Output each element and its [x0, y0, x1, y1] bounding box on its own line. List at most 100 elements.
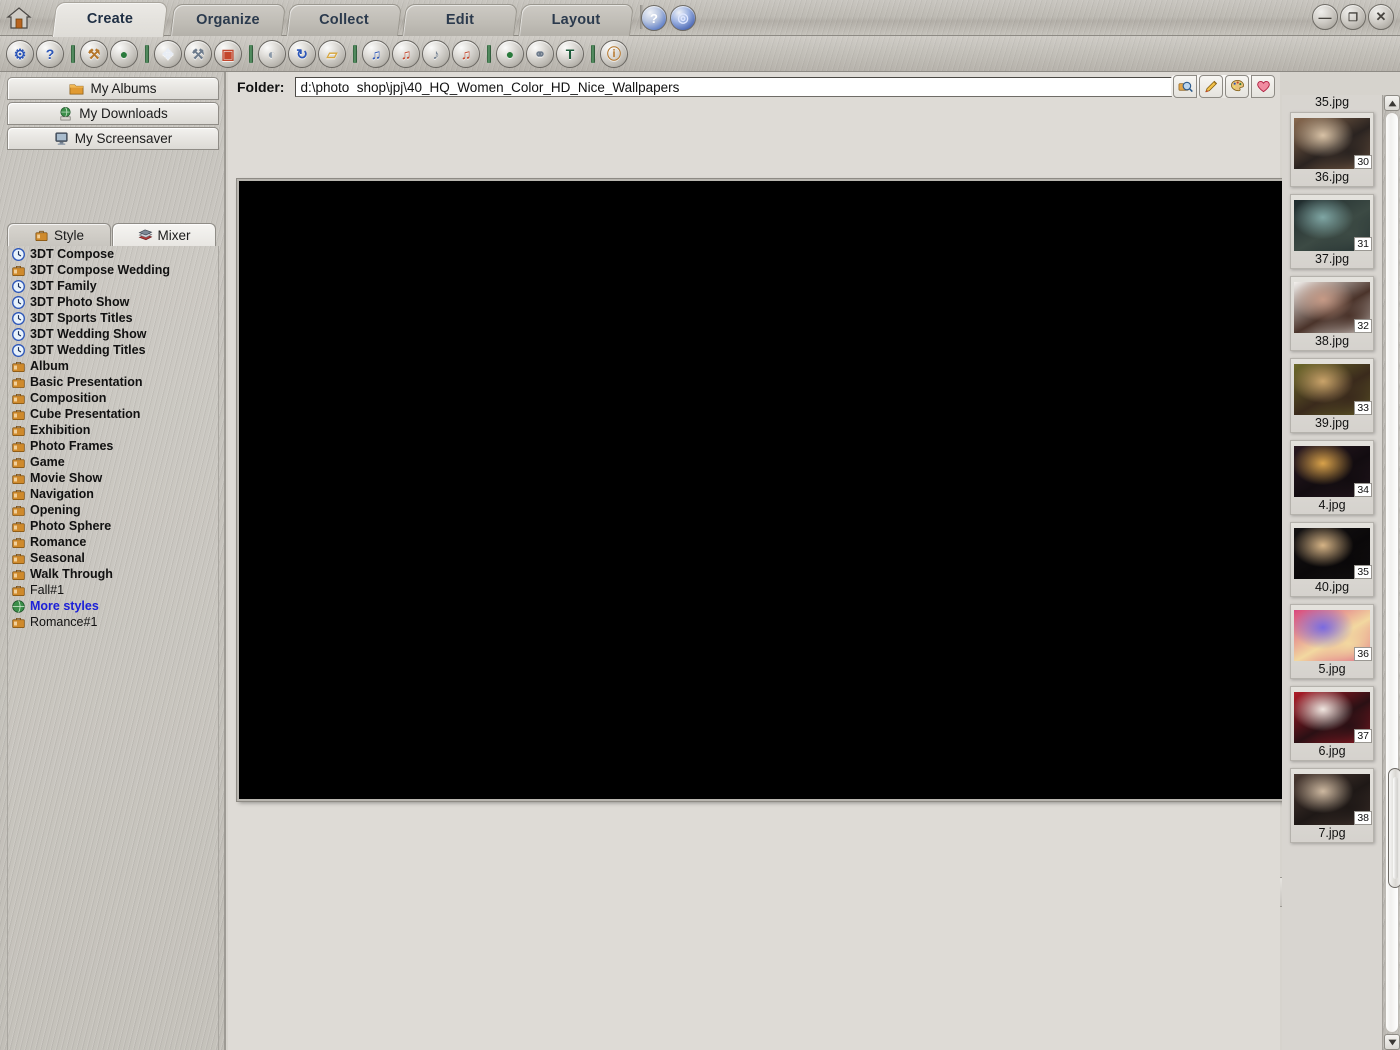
- tab-organize[interactable]: Organize: [170, 4, 286, 36]
- add-music-icon[interactable]: ♫: [362, 39, 390, 68]
- refresh-sync-icon[interactable]: ↻: [288, 39, 316, 68]
- pencil-edit-icon[interactable]: [1199, 75, 1223, 98]
- case-icon: [11, 407, 26, 422]
- palette-paint-icon[interactable]: [1225, 75, 1249, 98]
- about-swirl-icon[interactable]: ◎: [670, 5, 696, 31]
- style-list-item[interactable]: Fall#1: [8, 582, 218, 598]
- case-icon: [11, 535, 26, 550]
- style-list-item-label: Photo Sphere: [30, 519, 112, 533]
- tab-create[interactable]: Create: [51, 2, 169, 37]
- user-profile-icon[interactable]: ●: [496, 39, 524, 68]
- thumbnail-item[interactable]: 35 40.jpg: [1290, 522, 1374, 597]
- music-note-red-icon[interactable]: ♫: [392, 39, 420, 68]
- slideshow-preview-canvas[interactable]: [237, 179, 1285, 801]
- thumbnail-index-badge: 38: [1354, 811, 1372, 825]
- style-list-item[interactable]: 3DT Compose: [8, 246, 218, 262]
- add-music-icon-glyph: ♫: [370, 45, 382, 62]
- thumbnail-item[interactable]: 30 36.jpg: [1290, 112, 1374, 187]
- tab-style[interactable]: Style: [7, 223, 111, 246]
- thumbnail-list[interactable]: 35.jpg 30 36.jpg 31 37.jpg 32 38.jpg 33 39.jpg 3…: [1282, 95, 1382, 1050]
- style-list-item[interactable]: Photo Frames: [8, 438, 218, 454]
- case-icon: [11, 471, 26, 486]
- style-list-item[interactable]: 3DT Wedding Titles: [8, 342, 218, 358]
- settings-gear-icon[interactable]: ⚙: [6, 39, 34, 68]
- fullscreen-expand-icon[interactable]: ✥: [154, 39, 182, 68]
- thumbnail-index-badge: 31: [1354, 237, 1372, 251]
- thumbnail-item[interactable]: 31 37.jpg: [1290, 194, 1374, 269]
- style-list-item[interactable]: Cube Presentation: [8, 406, 218, 422]
- globe-web-icon[interactable]: ●: [110, 39, 138, 68]
- thumbnail-scroll-thumb[interactable]: [1388, 768, 1400, 888]
- style-list-item[interactable]: Romance#1: [8, 614, 218, 630]
- tab-edit[interactable]: Edit: [402, 4, 518, 36]
- open-folder-icon[interactable]: ▱: [318, 39, 346, 68]
- bottom-strip: [228, 810, 1280, 1050]
- slideshow-frame-icon[interactable]: ▣: [214, 39, 242, 68]
- home-icon[interactable]: [3, 2, 35, 34]
- magnifier-folder-icon[interactable]: [1173, 75, 1197, 98]
- sidebar-item-my-albums[interactable]: My Albums: [7, 77, 219, 100]
- thumbnail-item[interactable]: 36 5.jpg: [1290, 604, 1374, 679]
- style-list-item[interactable]: 3DT Photo Show: [8, 294, 218, 310]
- remove-music-icon-glyph: ♫: [460, 45, 472, 62]
- scroll-down-arrow[interactable]: [1384, 1034, 1400, 1050]
- thumbnail-scrollbar[interactable]: [1382, 95, 1400, 1050]
- thumbnail-item[interactable]: 34 4.jpg: [1290, 440, 1374, 515]
- style-list-item[interactable]: Opening: [8, 502, 218, 518]
- info-case-icon[interactable]: ⓘ: [600, 39, 628, 68]
- style-list-item[interactable]: Exhibition: [8, 422, 218, 438]
- style-list-item[interactable]: Album: [8, 358, 218, 374]
- style-list-item[interactable]: Seasonal: [8, 550, 218, 566]
- style-suitcase-icon[interactable]: ⚒: [80, 39, 108, 68]
- help-icon[interactable]: ?: [641, 5, 667, 31]
- case-icon: [11, 503, 26, 518]
- style-list-item[interactable]: More styles: [8, 598, 218, 614]
- thumbnail-partial-top[interactable]: 35.jpg: [1282, 95, 1382, 111]
- style-list-item[interactable]: Game: [8, 454, 218, 470]
- thumbnail-filename: 38.jpg: [1314, 334, 1350, 348]
- style-list-item[interactable]: Movie Show: [8, 470, 218, 486]
- style-list[interactable]: 3DT Compose 3DT Compose Wedding 3DT Family…: [7, 246, 219, 1050]
- favorite-heart-icon[interactable]: [1251, 75, 1275, 98]
- preview-area: 16:9 Build: [233, 179, 1289, 907]
- style-list-item[interactable]: 3DT Sports Titles: [8, 310, 218, 326]
- screensaver-monitor-icon: [54, 131, 69, 146]
- style-list-item-label: Cube Presentation: [30, 407, 141, 421]
- text-tool-icon[interactable]: T: [556, 39, 584, 68]
- thumbnail-item[interactable]: 32 38.jpg: [1290, 276, 1374, 351]
- thumbnail-item[interactable]: 38 7.jpg: [1290, 768, 1374, 843]
- sidebar-item-my-screensaver[interactable]: My Screensaver: [7, 127, 219, 150]
- thumbnail-item[interactable]: 33 39.jpg: [1290, 358, 1374, 433]
- tools-hammer-icon[interactable]: ⚒: [184, 39, 212, 68]
- sidebar-item-my-downloads[interactable]: My Downloads: [7, 102, 219, 125]
- case-icon: [11, 439, 26, 454]
- style-list-item[interactable]: Romance: [8, 534, 218, 550]
- tab-layout[interactable]: Layout: [518, 4, 634, 36]
- music-library-icon[interactable]: ♪: [422, 39, 450, 68]
- style-list-item[interactable]: Walk Through: [8, 566, 218, 582]
- remove-music-icon[interactable]: ♫: [452, 39, 480, 68]
- folder-path-input[interactable]: [295, 77, 1228, 97]
- style-list-item[interactable]: 3DT Compose Wedding: [8, 262, 218, 278]
- thumbnail-scroll-track[interactable]: [1385, 112, 1400, 1033]
- case-icon: [11, 455, 26, 470]
- tab-mixer[interactable]: Mixer: [112, 223, 216, 246]
- style-list-item[interactable]: Composition: [8, 390, 218, 406]
- style-list-item[interactable]: Photo Sphere: [8, 518, 218, 534]
- help-question-icon[interactable]: ?: [36, 39, 64, 68]
- link-chain-icon[interactable]: ⚭: [526, 39, 554, 68]
- style-list-item[interactable]: Navigation: [8, 486, 218, 502]
- style-list-item[interactable]: 3DT Wedding Show: [8, 326, 218, 342]
- tab-collect[interactable]: Collect: [286, 4, 402, 36]
- thumbnail-item[interactable]: 37 6.jpg: [1290, 686, 1374, 761]
- minimize-button[interactable]: —: [1312, 4, 1338, 30]
- style-list-item[interactable]: 3DT Family: [8, 278, 218, 294]
- clock-icon: [11, 343, 26, 358]
- folder-label: Folder:: [237, 79, 285, 95]
- scroll-up-arrow[interactable]: [1384, 95, 1400, 111]
- restore-button[interactable]: ❐: [1340, 4, 1366, 30]
- link-chain-icon-glyph: ⚭: [534, 45, 546, 62]
- style-list-item[interactable]: Basic Presentation: [8, 374, 218, 390]
- burn-disc-icon[interactable]: ◐: [258, 39, 286, 68]
- close-button[interactable]: ✕: [1368, 4, 1394, 30]
